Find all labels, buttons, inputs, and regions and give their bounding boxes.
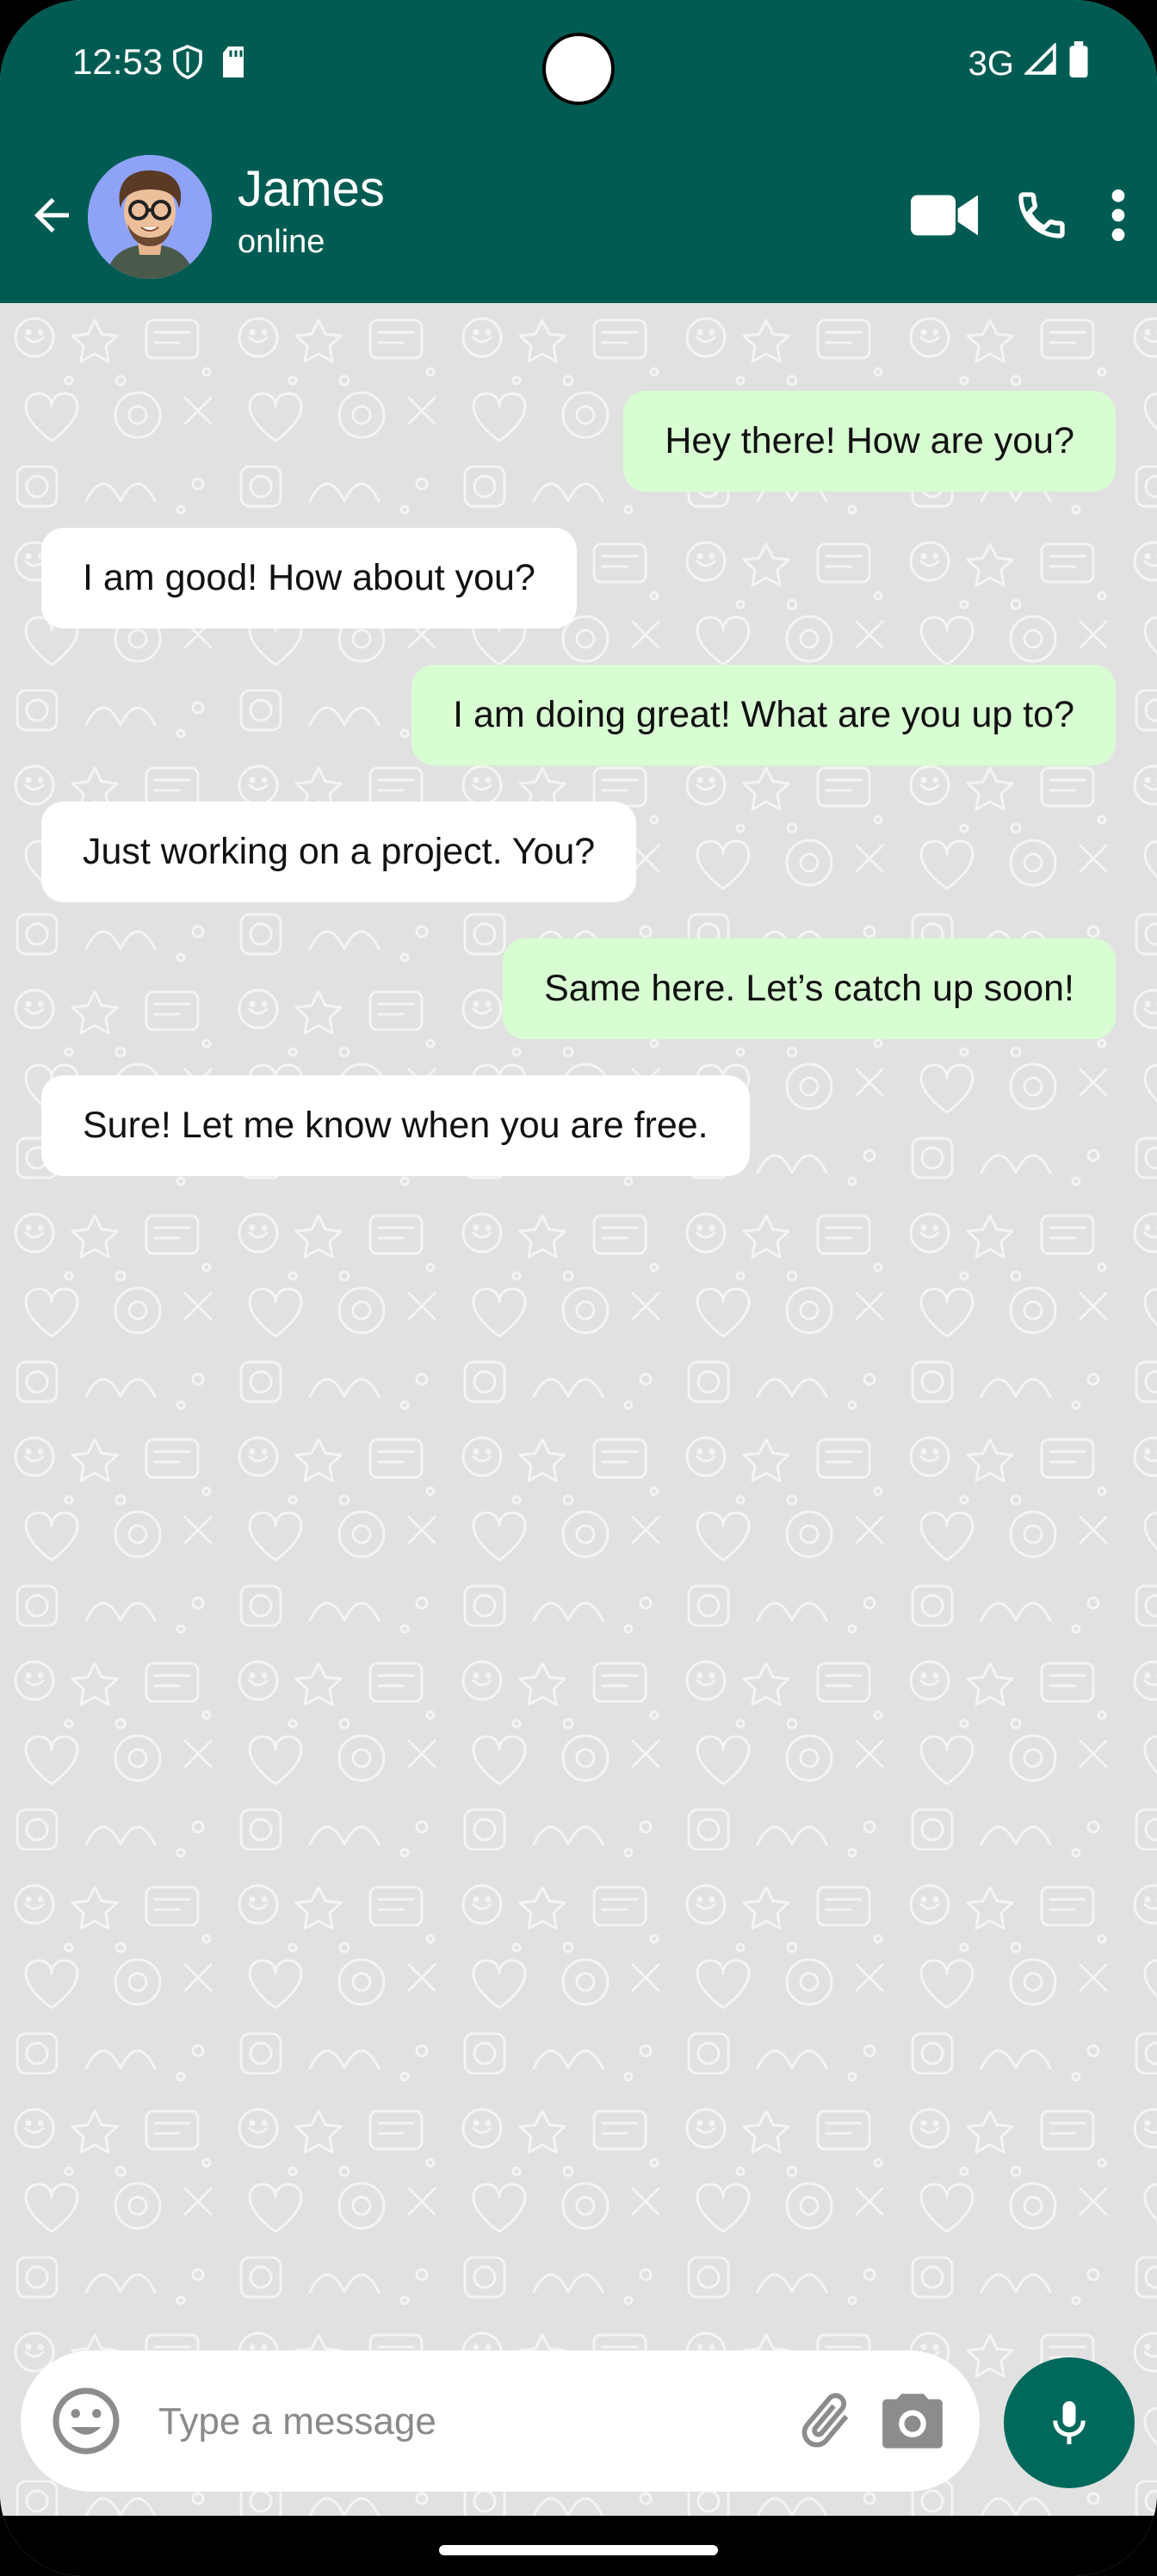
contact-status: online bbox=[238, 224, 325, 260]
emoji-button[interactable] bbox=[50, 2385, 122, 2461]
message-bubble-incoming[interactable]: Just working on a project. You? bbox=[41, 802, 637, 902]
mic-icon bbox=[1053, 2401, 1086, 2444]
message-composer bbox=[21, 2350, 980, 2492]
video-call-icon bbox=[911, 195, 978, 236]
system-navigation-bar bbox=[0, 2516, 1157, 2576]
attach-button[interactable] bbox=[794, 2388, 859, 2458]
camera-icon bbox=[882, 2393, 943, 2449]
message-bubble-incoming[interactable]: Sure! Let me know when you are free. bbox=[41, 1075, 750, 1176]
header-actions bbox=[911, 186, 1131, 245]
message-bubble-incoming[interactable]: I am good! How about you? bbox=[41, 528, 577, 629]
emoji-icon bbox=[53, 2387, 120, 2455]
sd-card-icon bbox=[220, 45, 246, 84]
avatar[interactable] bbox=[88, 155, 212, 279]
attach-icon bbox=[801, 2393, 849, 2448]
status-left-icons bbox=[172, 45, 246, 84]
arrow-back-icon bbox=[34, 198, 69, 232]
message-input[interactable] bbox=[157, 2395, 797, 2449]
voice-message-button[interactable] bbox=[1004, 2357, 1135, 2488]
back-button[interactable] bbox=[26, 189, 77, 241]
signal-icon bbox=[1023, 41, 1057, 84]
message-bubble-outgoing[interactable]: I am doing great! What are you up to? bbox=[411, 665, 1116, 765]
phone-call-button[interactable] bbox=[1014, 188, 1069, 243]
network-label: 3G bbox=[968, 44, 1014, 83]
more-options-button[interactable] bbox=[1105, 186, 1131, 245]
chat-header: James online bbox=[0, 129, 1157, 303]
chat-area[interactable]: Hey there! How are you? I am good! How a… bbox=[0, 303, 1157, 2516]
contact-name[interactable]: James bbox=[238, 160, 385, 218]
chat-wallpaper-doodle bbox=[0, 303, 1157, 2516]
status-bar: 12:53 3G bbox=[0, 0, 1157, 129]
message-bubble-outgoing[interactable]: Hey there! How are you? bbox=[623, 391, 1116, 492]
phone-screen: 12:53 3G James online Hey there! How are… bbox=[0, 0, 1157, 2576]
status-time: 12:53 bbox=[72, 41, 164, 82]
home-indicator[interactable] bbox=[439, 2545, 718, 2555]
shield-icon bbox=[172, 45, 203, 84]
battery-icon bbox=[1067, 41, 1090, 86]
front-camera bbox=[542, 33, 615, 105]
more-vert-icon bbox=[1111, 189, 1125, 242]
camera-button[interactable] bbox=[880, 2390, 945, 2456]
status-right: 3G bbox=[968, 41, 1090, 86]
phone-call-icon bbox=[1018, 192, 1065, 238]
video-call-button[interactable] bbox=[911, 192, 978, 238]
message-bubble-outgoing[interactable]: Same here. Let’s catch up soon! bbox=[503, 938, 1116, 1039]
